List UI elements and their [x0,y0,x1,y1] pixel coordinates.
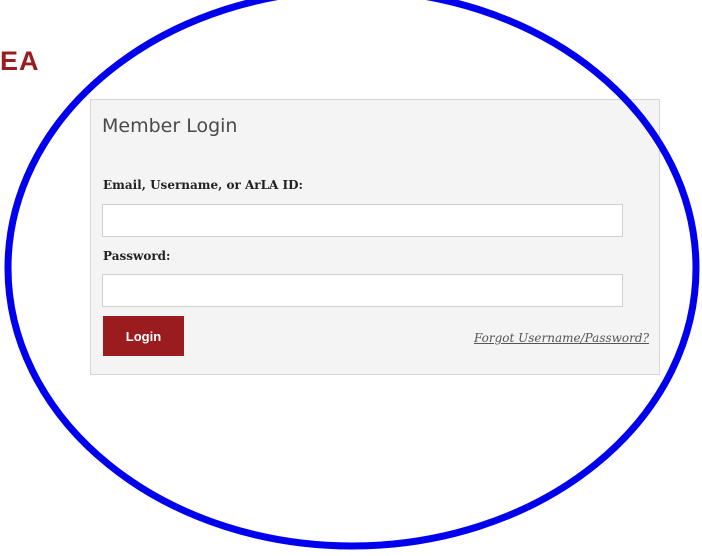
email-username-input[interactable] [102,204,623,237]
email-field-label: Email, Username, or ArLA ID: [103,178,303,192]
password-input[interactable] [102,274,623,307]
page: EA Member Login Email, Username, or ArLA… [0,0,702,556]
login-button[interactable]: Login [103,316,184,356]
forgot-username-password-link[interactable]: Forgot Username/Password? [474,332,649,344]
member-login-panel: Member Login Email, Username, or ArLA ID… [90,99,660,375]
page-heading-fragment: EA [0,46,40,76]
login-panel-title: Member Login [102,115,238,137]
password-field-label: Password: [103,249,171,263]
